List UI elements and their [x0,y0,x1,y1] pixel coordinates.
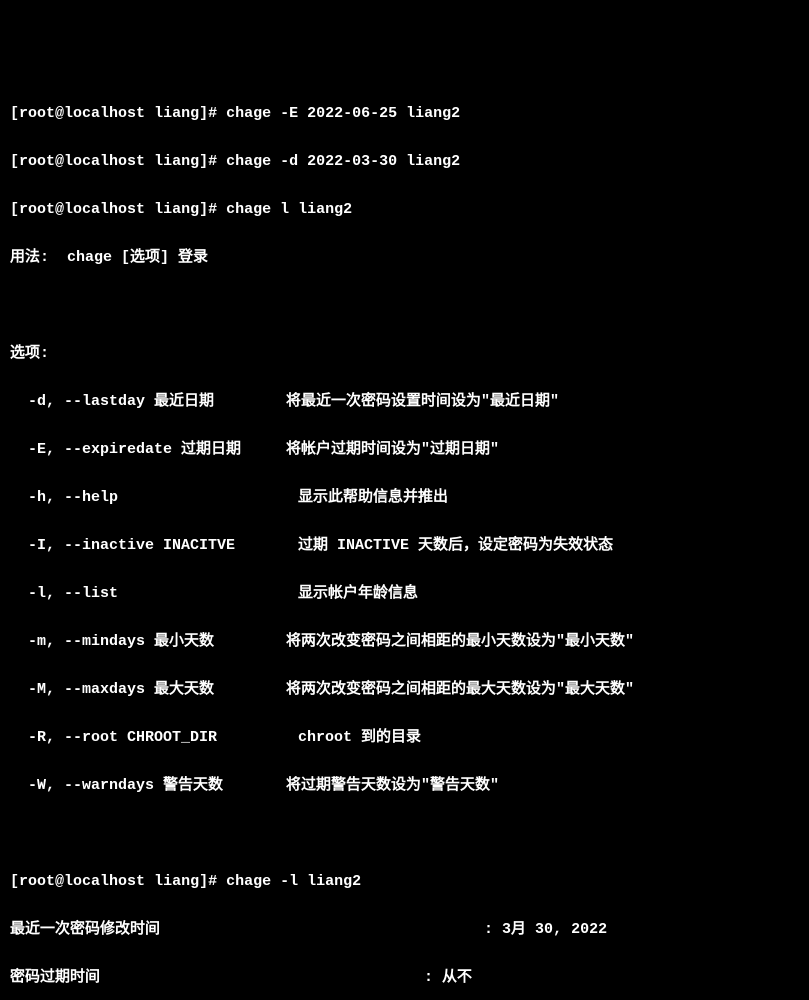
prompt-close: ]# [199,153,226,170]
prompt-open: [ [10,153,19,170]
prompt-host: localhost [64,201,145,218]
option-d: -d, --lastday 最近日期 将最近一次密码设置时间设为"最近日期" [10,390,799,414]
prompt-user: root [19,873,55,890]
prompt-open: [ [10,201,19,218]
prompt-host: localhost [64,153,145,170]
option-m: -m, --mindays 最小天数 将两次改变密码之间相距的最小天数设为"最小… [10,630,799,654]
command-4[interactable]: chage -l liang2 [226,873,361,890]
prompt-open: [ [10,105,19,122]
option-R: -R, --root CHROOT_DIR chroot 到的目录 [10,726,799,750]
prompt-close: ]# [199,201,226,218]
option-E: -E, --expiredate 过期日期 将帐户过期时间设为"过期日期" [10,438,799,462]
prompt-user: root [19,201,55,218]
command-2[interactable]: chage -d 2022-03-30 liang2 [226,153,460,170]
prompt-cwd: liang [154,105,199,122]
prompt-line-3: [root@localhost liang]# chage l liang2 [10,198,799,222]
option-I: -I, --inactive INACITVE 过期 INACTIVE 天数后，… [10,534,799,558]
prompt-cwd: liang [154,873,199,890]
prompt-close: ]# [199,873,226,890]
prompt-at: @ [55,201,64,218]
option-W: -W, --warndays 警告天数 将过期警告天数设为"警告天数" [10,774,799,798]
prompt-line-4: [root@localhost liang]# chage -l liang2 [10,870,799,894]
prompt-at: @ [55,105,64,122]
prompt-line-1: [root@localhost liang]# chage -E 2022-06… [10,102,799,126]
prompt-user: root [19,105,55,122]
prompt-at: @ [55,153,64,170]
prompt-cwd: liang [154,201,199,218]
result-pw-expire: 密码过期时间 : 从不 [10,966,799,990]
option-h: -h, --help 显示此帮助信息并推出 [10,486,799,510]
prompt-user: root [19,153,55,170]
option-M: -M, --maxdays 最大天数 将两次改变密码之间相距的最大天数设为"最大… [10,678,799,702]
prompt-host: localhost [64,873,145,890]
option-l: -l, --list 显示帐户年龄信息 [10,582,799,606]
prompt-close: ]# [199,105,226,122]
command-3[interactable]: chage l liang2 [226,201,352,218]
result-last-change: 最近一次密码修改时间 : 3月 30, 2022 [10,918,799,942]
prompt-cwd: liang [154,153,199,170]
prompt-at: @ [55,873,64,890]
prompt-open: [ [10,873,19,890]
blank-line [10,294,799,318]
command-1[interactable]: chage -E 2022-06-25 liang2 [226,105,460,122]
prompt-line-2: [root@localhost liang]# chage -d 2022-03… [10,150,799,174]
blank-line [10,822,799,846]
usage-header: 用法: chage [选项] 登录 [10,246,799,270]
options-header: 选项: [10,342,799,366]
prompt-host: localhost [64,105,145,122]
